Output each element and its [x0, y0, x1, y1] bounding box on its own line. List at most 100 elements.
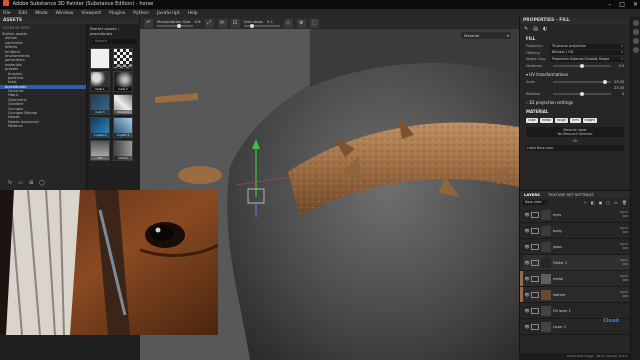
- asset-thumbnail[interactable]: [90, 48, 110, 69]
- channel-height-button[interactable]: height: [582, 117, 597, 123]
- mask-icon[interactable]: ◐: [543, 26, 547, 32]
- rotation-value[interactable]: 0: [614, 92, 624, 96]
- layer-name[interactable]: glass: [553, 245, 616, 249]
- add-effect-icon[interactable]: ✧: [583, 200, 586, 205]
- layer-name[interactable]: body: [553, 229, 616, 233]
- layer-row[interactable]: 👁 eyes Norm 100: [520, 207, 630, 223]
- undo-icon[interactable]: ↶: [144, 18, 153, 28]
- asset-thumbnail[interactable]: Cells 3: [90, 94, 110, 115]
- eye-icon[interactable]: 👁: [523, 244, 531, 249]
- fill-icon[interactable]: ▤: [533, 26, 538, 32]
- menu-plugins[interactable]: Plugins: [109, 11, 125, 16]
- asset-thumbnail[interactable]: Crystal 2: [113, 117, 133, 138]
- layer-blend-info[interactable]: Norm 100: [616, 274, 630, 282]
- dock-button-icon[interactable]: [632, 20, 639, 26]
- asset-thumbnail[interactable]: Dirt: [90, 140, 110, 161]
- hardness-knob[interactable]: [580, 63, 584, 68]
- add-mask-icon[interactable]: ◧: [591, 200, 595, 205]
- asset-thumbnail[interactable]: Clouds 1: [113, 94, 133, 115]
- add-fill-layer-icon[interactable]: ▣: [599, 200, 603, 205]
- scale-knob[interactable]: [603, 79, 608, 84]
- channel-rough-button[interactable]: rough: [555, 117, 569, 123]
- menu-viewport[interactable]: Viewport: [81, 11, 101, 16]
- window-icon[interactable]: ▭: [18, 180, 23, 186]
- channel-blend-select[interactable]: Base color: [523, 200, 548, 205]
- menu-window[interactable]: Window: [56, 11, 74, 16]
- tab-texture-set-settings[interactable]: TEXTURE SET SETTINGS: [544, 191, 598, 198]
- rotation-knob[interactable]: [580, 91, 584, 96]
- shape-crop-dropdown[interactable]: Projection Extends Outside Shape: [550, 56, 624, 62]
- layer-row[interactable]: 👁 glass Norm 100: [520, 239, 630, 255]
- viewport-mode-select[interactable]: Material: [461, 32, 511, 39]
- manipulation-size-slider[interactable]: [157, 23, 193, 28]
- eye-icon[interactable]: 👁: [523, 292, 531, 297]
- eye-icon[interactable]: 👁: [523, 260, 531, 265]
- asset-thumbnail[interactable]: Checker 2: [113, 48, 133, 69]
- dock-button-icon[interactable]: [632, 29, 639, 35]
- 3d-settings-label[interactable]: › 3D projection settings: [520, 98, 630, 107]
- hardness-value[interactable]: 0.5: [614, 64, 624, 68]
- slider-knob[interactable]: [177, 23, 181, 28]
- dock-button-icon[interactable]: [632, 47, 639, 53]
- eye-icon[interactable]: 👁: [523, 276, 531, 281]
- asset-thumbnail[interactable]: Cells 2: [113, 71, 133, 92]
- frame-icon[interactable]: ⬚: [309, 18, 319, 28]
- tab-layers[interactable]: LAYERS: [520, 191, 544, 198]
- grid-view-icon[interactable]: ⊞: [29, 180, 33, 186]
- menu-javascript[interactable]: JavaScript: [157, 11, 180, 16]
- eye-icon[interactable]: 👁: [523, 308, 531, 313]
- dock-button-icon[interactable]: [632, 38, 639, 44]
- layer-name[interactable]: metal: [553, 277, 616, 281]
- add-layer-icon[interactable]: ▢: [606, 200, 610, 205]
- menu-python[interactable]: Python: [133, 11, 149, 16]
- layer-blend-info[interactable]: Norm 100: [616, 242, 630, 250]
- delete-layer-icon[interactable]: 🗑: [622, 200, 627, 205]
- asset-thumbnail[interactable]: Dust 2: [113, 140, 133, 161]
- maximize-button[interactable]: □: [619, 0, 625, 9]
- hardness-slider[interactable]: [553, 63, 611, 68]
- circle-icon[interactable]: ◯: [39, 180, 45, 186]
- channel-color-button[interactable]: color: [526, 117, 538, 123]
- material-mode-box[interactable]: Material mode No Resource Selected: [526, 126, 624, 137]
- layer-row[interactable]: 👁 body Norm 100: [520, 223, 630, 239]
- layer-name[interactable]: eyes: [553, 213, 616, 217]
- channel-nrm-button[interactable]: nrm: [570, 117, 581, 123]
- layer-name[interactable]: Layer 1: [553, 325, 616, 329]
- eye-icon[interactable]: 👁: [523, 212, 531, 217]
- filtering-dropdown[interactable]: Bilinear | HQ: [550, 50, 624, 56]
- layer-row[interactable]: 👁 metal Norm 100: [520, 271, 630, 287]
- scale-slider[interactable]: [553, 79, 611, 84]
- layer-blend-info[interactable]: Norm 100: [616, 258, 630, 266]
- layer-name[interactable]: Fill layer 1: [553, 309, 616, 313]
- layer-blend-info[interactable]: Norm 100: [616, 290, 630, 298]
- refresh-icon[interactable]: ↻: [8, 180, 12, 186]
- asset-thumbnail[interactable]: Cells 1: [90, 71, 110, 92]
- layer-preset-row[interactable]: Lathe Base color: [526, 144, 624, 151]
- scale-icon[interactable]: ⊡: [230, 18, 240, 28]
- grid-steps-slider[interactable]: [243, 23, 280, 28]
- slider-knob[interactable]: [249, 23, 254, 28]
- layer-blend-info[interactable]: Norm 100: [616, 226, 630, 234]
- layer-row[interactable]: 👁 Folder 1 Norm 100: [520, 255, 630, 271]
- menu-mode[interactable]: Mode: [35, 11, 47, 16]
- menu-file[interactable]: File: [3, 11, 11, 16]
- transform-icon[interactable]: ⤢: [204, 18, 214, 28]
- rotation-slider[interactable]: [553, 91, 611, 96]
- close-button[interactable]: ✕: [633, 0, 638, 9]
- pivot-icon[interactable]: ⊕: [296, 18, 306, 28]
- uv-transform-label[interactable]: ▾ UV transformations: [520, 70, 630, 79]
- rotate-icon[interactable]: ⟳: [217, 18, 227, 28]
- tree-item[interactable]: Patterns: [0, 124, 86, 128]
- eye-icon[interactable]: 👁: [523, 228, 531, 233]
- asset-search-input[interactable]: ⌕ Search: [90, 39, 137, 44]
- layer-name[interactable]: Folder 1: [553, 261, 616, 265]
- scale-value-a[interactable]: 25.35: [614, 80, 624, 84]
- layer-row[interactable]: 👁 leather Norm 100: [520, 287, 630, 303]
- add-folder-icon[interactable]: ▭: [614, 200, 618, 205]
- channel-metal-button[interactable]: metal: [539, 117, 554, 123]
- scale-value-b[interactable]: 25.35: [614, 86, 624, 90]
- snap-icon[interactable]: ⊹: [283, 18, 293, 28]
- menu-edit[interactable]: Edit: [19, 11, 28, 16]
- layer-name[interactable]: leather: [553, 293, 616, 297]
- menu-help[interactable]: Help: [187, 11, 197, 16]
